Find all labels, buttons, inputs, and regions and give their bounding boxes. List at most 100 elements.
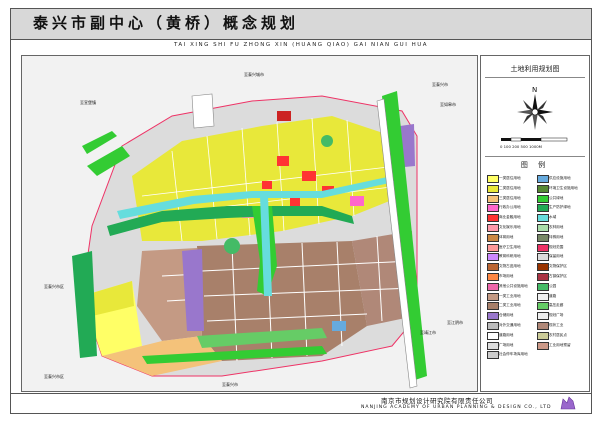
map-sheet: 泰兴市副中心（黄桥）概念规划 TAI XING SHI FU ZHONG XIN… bbox=[10, 8, 592, 414]
legend-label: 生产防护绿地 bbox=[549, 205, 571, 210]
road-label: 至靖江市 bbox=[420, 329, 436, 335]
land-use-map[interactable]: 至泰兴城市 至泰兴市 至宣堡镇 至如皋市 至泰兴市区 至泰兴市区 至泰兴市 至靖… bbox=[21, 55, 478, 392]
institute-name-en: NANJING ACADEMY OF URBAN PLANNING & DESI… bbox=[361, 405, 552, 410]
legend-swatch bbox=[537, 263, 549, 272]
legend-item: 公园 bbox=[537, 282, 585, 291]
legend-label: 医疗卫生用地 bbox=[499, 244, 521, 249]
legend-header: 土地利用规划图 bbox=[510, 65, 560, 73]
legend-label: 社会停车场库用地 bbox=[499, 352, 528, 357]
legend-swatch bbox=[487, 302, 499, 311]
legend-swatch bbox=[537, 331, 549, 340]
legend-item: 行政办公用地 bbox=[487, 203, 535, 213]
legend-swatch bbox=[537, 233, 549, 242]
legend-swatch bbox=[537, 302, 549, 311]
legend-item: 广场用地 bbox=[487, 341, 535, 350]
scale-bar-icon: 0 100 200 500 1000M bbox=[500, 137, 568, 149]
legend-item: 文化娱乐用地 bbox=[487, 223, 535, 232]
legend-item: 其他公共设施用地 bbox=[487, 282, 535, 291]
legend-label: 文物古迹用地 bbox=[499, 264, 521, 269]
legend-label: 道路 bbox=[549, 293, 557, 298]
legend-label: 规划广场 bbox=[549, 313, 564, 318]
legend-item: 一类工业用地 bbox=[487, 292, 535, 301]
institute-name-cn: 南京市规划设计研究院有限责任公司 bbox=[381, 397, 493, 405]
legend-item: 社会停车场库用地 bbox=[487, 350, 535, 360]
legend-swatch bbox=[537, 175, 549, 183]
road-label: 至如皋市 bbox=[440, 101, 456, 107]
legend-swatch bbox=[537, 204, 549, 213]
map-canvas: 至泰兴城市 至泰兴市 至宣堡镇 至如皋市 至泰兴市区 至泰兴市区 至泰兴市 至靖… bbox=[22, 56, 477, 391]
legend-item: 道路用地 bbox=[487, 331, 535, 340]
road-label: 至泰兴市 bbox=[222, 381, 238, 387]
legend-item: 文物古迹用地 bbox=[487, 262, 535, 272]
legend-item: 工业用地预留 bbox=[537, 341, 585, 350]
legend-swatch bbox=[487, 233, 499, 242]
legend-swatch bbox=[487, 312, 499, 321]
legend-label: 三类居住用地 bbox=[499, 195, 521, 200]
legend-item: 特殊用地 bbox=[537, 233, 585, 242]
legend-item: 市场用地 bbox=[487, 272, 535, 281]
legend-swatch bbox=[537, 292, 549, 301]
legend-label: 商业金融用地 bbox=[499, 215, 521, 220]
legend-swatch bbox=[487, 175, 499, 183]
legend-label: 其他公共设施用地 bbox=[499, 283, 528, 288]
legend-item: 三类居住用地 bbox=[487, 194, 535, 203]
map-title-pinyin: TAI XING SHI FU ZHONG XIN (HUANG QIAO) G… bbox=[174, 42, 428, 48]
legend-swatch bbox=[537, 322, 549, 330]
road-label: 至泰兴市区 bbox=[44, 373, 64, 379]
institute-logo-icon bbox=[560, 396, 576, 410]
legend-item: 二类工业用地 bbox=[487, 301, 535, 311]
legend-item: 水域 bbox=[537, 213, 585, 223]
legend-label: 仓储用地 bbox=[499, 313, 514, 318]
legend-swatch bbox=[487, 341, 499, 350]
legend-swatch bbox=[487, 322, 499, 330]
legend-label: 体育用地 bbox=[499, 234, 514, 239]
legend-divider bbox=[485, 77, 585, 78]
commercial-block bbox=[262, 181, 272, 189]
legend-swatch bbox=[487, 351, 499, 360]
highway-north bbox=[191, 93, 215, 129]
legend-item: 文物保护区 bbox=[537, 262, 585, 272]
legend-item: 仓储用地 bbox=[487, 311, 535, 321]
legend-swatch bbox=[537, 273, 549, 281]
legend-label: 高压走廊 bbox=[549, 303, 564, 308]
legend-label: 农村居民点 bbox=[549, 332, 567, 337]
legend-swatch bbox=[487, 331, 499, 340]
legend-label: 市场用地 bbox=[499, 274, 514, 278]
legend-label: 文化娱乐用地 bbox=[499, 225, 521, 229]
legend-panel: 土地利用规划图 N 0 100 200 500 1000M 图 例 一类居住用地… bbox=[480, 55, 590, 392]
legend-item: 供应设施用地 bbox=[537, 174, 585, 183]
legend-swatch bbox=[537, 282, 549, 291]
legend-swatch bbox=[487, 243, 499, 252]
legend-swatch bbox=[487, 214, 499, 223]
legend-label: 农林用地 bbox=[549, 225, 564, 229]
map-title: 泰兴市副中心（黄桥）概念规划 bbox=[33, 14, 300, 32]
legend-item: 一类居住用地 bbox=[487, 174, 535, 183]
legend-item: 商业金融用地 bbox=[487, 213, 535, 223]
road-label: 至江阴市 bbox=[447, 319, 463, 325]
legend-swatch bbox=[537, 312, 549, 321]
legend-label: 水域 bbox=[549, 215, 557, 220]
legend-swatch bbox=[537, 214, 549, 223]
legend-swatch bbox=[487, 263, 499, 272]
compass-icon: N bbox=[517, 86, 553, 130]
legend-swatch bbox=[537, 224, 549, 232]
legend-label: 对外交通用地 bbox=[499, 323, 521, 327]
legend-label: 特殊用地 bbox=[549, 234, 564, 239]
legend-swatch bbox=[487, 204, 499, 213]
road-label: 至泰兴市 bbox=[432, 81, 448, 87]
legend-swatch bbox=[537, 194, 549, 203]
road-label: 至泰兴市区 bbox=[44, 283, 64, 289]
legend-label: 二类居住用地 bbox=[499, 185, 521, 190]
legend-label: 教育科研用地 bbox=[499, 254, 521, 259]
legend-item: 农林用地 bbox=[537, 223, 585, 232]
title-band: 泰兴市副中心（黄桥）概念规划 bbox=[11, 9, 591, 40]
legend-swatch bbox=[537, 253, 549, 262]
commercial-block bbox=[277, 156, 289, 166]
road-label: 至泰兴城市 bbox=[244, 71, 264, 77]
road-label: 至宣堡镇 bbox=[80, 99, 96, 105]
legend-label: 工业用地预留 bbox=[549, 342, 571, 347]
legend-swatch bbox=[487, 194, 499, 203]
utility-block bbox=[332, 321, 346, 331]
legend-divider bbox=[485, 156, 585, 157]
legend-label: 公园 bbox=[549, 283, 557, 288]
